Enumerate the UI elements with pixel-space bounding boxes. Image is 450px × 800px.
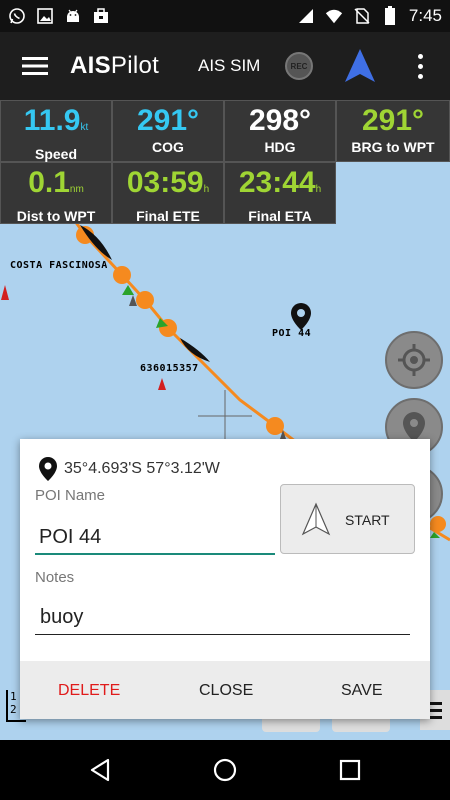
hamburger-menu-button[interactable] (0, 32, 70, 100)
instrument-value: 0.1nm (1, 165, 111, 208)
eta-value: 23:44 (238, 166, 316, 199)
map-label-poi: POI 44 (272, 328, 312, 339)
ete-label: Final ETE (136, 208, 200, 224)
eta-unit: h (315, 184, 322, 195)
whatsapp-icon (8, 7, 26, 25)
wifi-icon (325, 7, 343, 25)
home-icon[interactable] (212, 757, 238, 783)
app-bar: AISPilot AIS SIM REC (0, 32, 450, 100)
status-time: 7:45 (408, 6, 442, 25)
notes-label: Notes (35, 569, 75, 586)
crosshair-icon (198, 390, 252, 440)
navigation-arrow-icon (345, 49, 375, 82)
poi-name-input[interactable] (35, 521, 275, 555)
location-pin-icon (39, 457, 57, 481)
vessel-icon[interactable] (180, 338, 210, 362)
poi-pin-center (297, 309, 305, 317)
buoy-icon (158, 378, 166, 390)
list-icon (428, 701, 442, 705)
ais-sim-label[interactable]: AIS SIM (198, 56, 260, 76)
brg-value: 291° (361, 104, 425, 137)
speed-label: Speed (34, 146, 77, 162)
poi-name-label: POI Name (35, 487, 106, 504)
app-title-rest: Pilot (110, 52, 160, 79)
speed-unit: kt (80, 122, 89, 133)
waypoint[interactable] (430, 516, 446, 532)
ete-value: 03:59 (126, 166, 204, 199)
signal-icon (297, 7, 315, 25)
close-button[interactable]: CLOSE (199, 682, 253, 700)
instrument-hdg[interactable]: 298° HDG (224, 100, 336, 162)
coordinates-text: 35°4.693'S 57°3.12'W (64, 460, 220, 477)
start-label: START (345, 512, 390, 528)
instrument-value: 03:59h (113, 165, 223, 208)
hdg-value: 298° (248, 104, 312, 137)
dot-icon (417, 63, 423, 69)
app-title: AISPilot (70, 52, 159, 80)
instrument-final-eta[interactable]: 23:44h Final ETA (224, 162, 336, 224)
list-icon (428, 715, 442, 719)
battery-icon (381, 6, 399, 25)
instrument-final-ete[interactable]: 03:59h Final ETE (112, 162, 224, 224)
instrument-brg-to-wpt[interactable]: 291° BRG to WPT (336, 100, 450, 162)
app-title-bold: AIS (70, 52, 111, 79)
navigation-button[interactable] (343, 48, 377, 84)
instrument-cog[interactable]: 291° COG (112, 100, 224, 162)
image-icon (36, 7, 54, 25)
dist-unit: nm (69, 184, 84, 195)
dialog-actions: DELETE CLOSE SAVE (20, 661, 430, 719)
navigation-arrow-icon (301, 502, 331, 536)
start-button[interactable]: START (280, 484, 415, 554)
waypoint[interactable] (136, 291, 154, 309)
status-right: 7:45 (297, 6, 442, 26)
buoy-icon (129, 295, 137, 306)
dist-label: Dist to WPT (16, 208, 96, 224)
save-button[interactable]: SAVE (341, 682, 383, 700)
briefcase-icon (92, 7, 110, 25)
dist-value: 0.1 (28, 166, 70, 199)
coordinates-row: 35°4.693'S 57°3.12'W (38, 456, 220, 482)
buoy-icon (1, 285, 9, 300)
instrument-value: 23:44h (225, 165, 335, 208)
instrument-speed[interactable]: 11.9kt Speed (0, 100, 112, 162)
recents-icon[interactable] (339, 759, 361, 781)
dot-icon (417, 73, 423, 79)
notes-input[interactable] (35, 601, 410, 635)
more-options-button[interactable] (405, 50, 435, 82)
no-sim-icon (353, 7, 371, 25)
cog-value: 291° (136, 104, 200, 137)
status-left (8, 7, 110, 25)
android-icon (64, 7, 82, 25)
dot-icon (417, 53, 423, 59)
cog-label: COG (152, 139, 184, 155)
delete-button[interactable]: DELETE (58, 682, 120, 700)
instrument-dist-to-wpt[interactable]: 0.1nm Dist to WPT (0, 162, 112, 224)
waypoint[interactable] (113, 266, 131, 284)
brg-label: BRG to WPT (351, 139, 435, 155)
record-button[interactable]: REC (285, 52, 313, 80)
instrument-value: 11.9kt (1, 103, 111, 146)
menu-icon (22, 57, 48, 75)
ete-unit: h (203, 184, 210, 195)
speed-value: 11.9 (23, 104, 81, 137)
poi-dialog: 35°4.693'S 57°3.12'W POI Name START Note… (20, 439, 430, 719)
eta-label: Final ETA (248, 208, 312, 224)
map-label-mmsi: 636015357 (140, 363, 199, 374)
hdg-label: HDG (264, 139, 296, 155)
system-nav-bar (0, 740, 450, 800)
gps-target-icon (398, 344, 430, 376)
list-icon (428, 708, 442, 712)
status-bar: 7:45 (0, 0, 450, 32)
waypoint[interactable] (266, 417, 284, 435)
rec-label: REC (290, 61, 308, 71)
map-label-costa: COSTA FASCINOSA (10, 260, 108, 271)
back-icon[interactable] (88, 758, 112, 782)
locate-me-button[interactable] (385, 331, 443, 389)
